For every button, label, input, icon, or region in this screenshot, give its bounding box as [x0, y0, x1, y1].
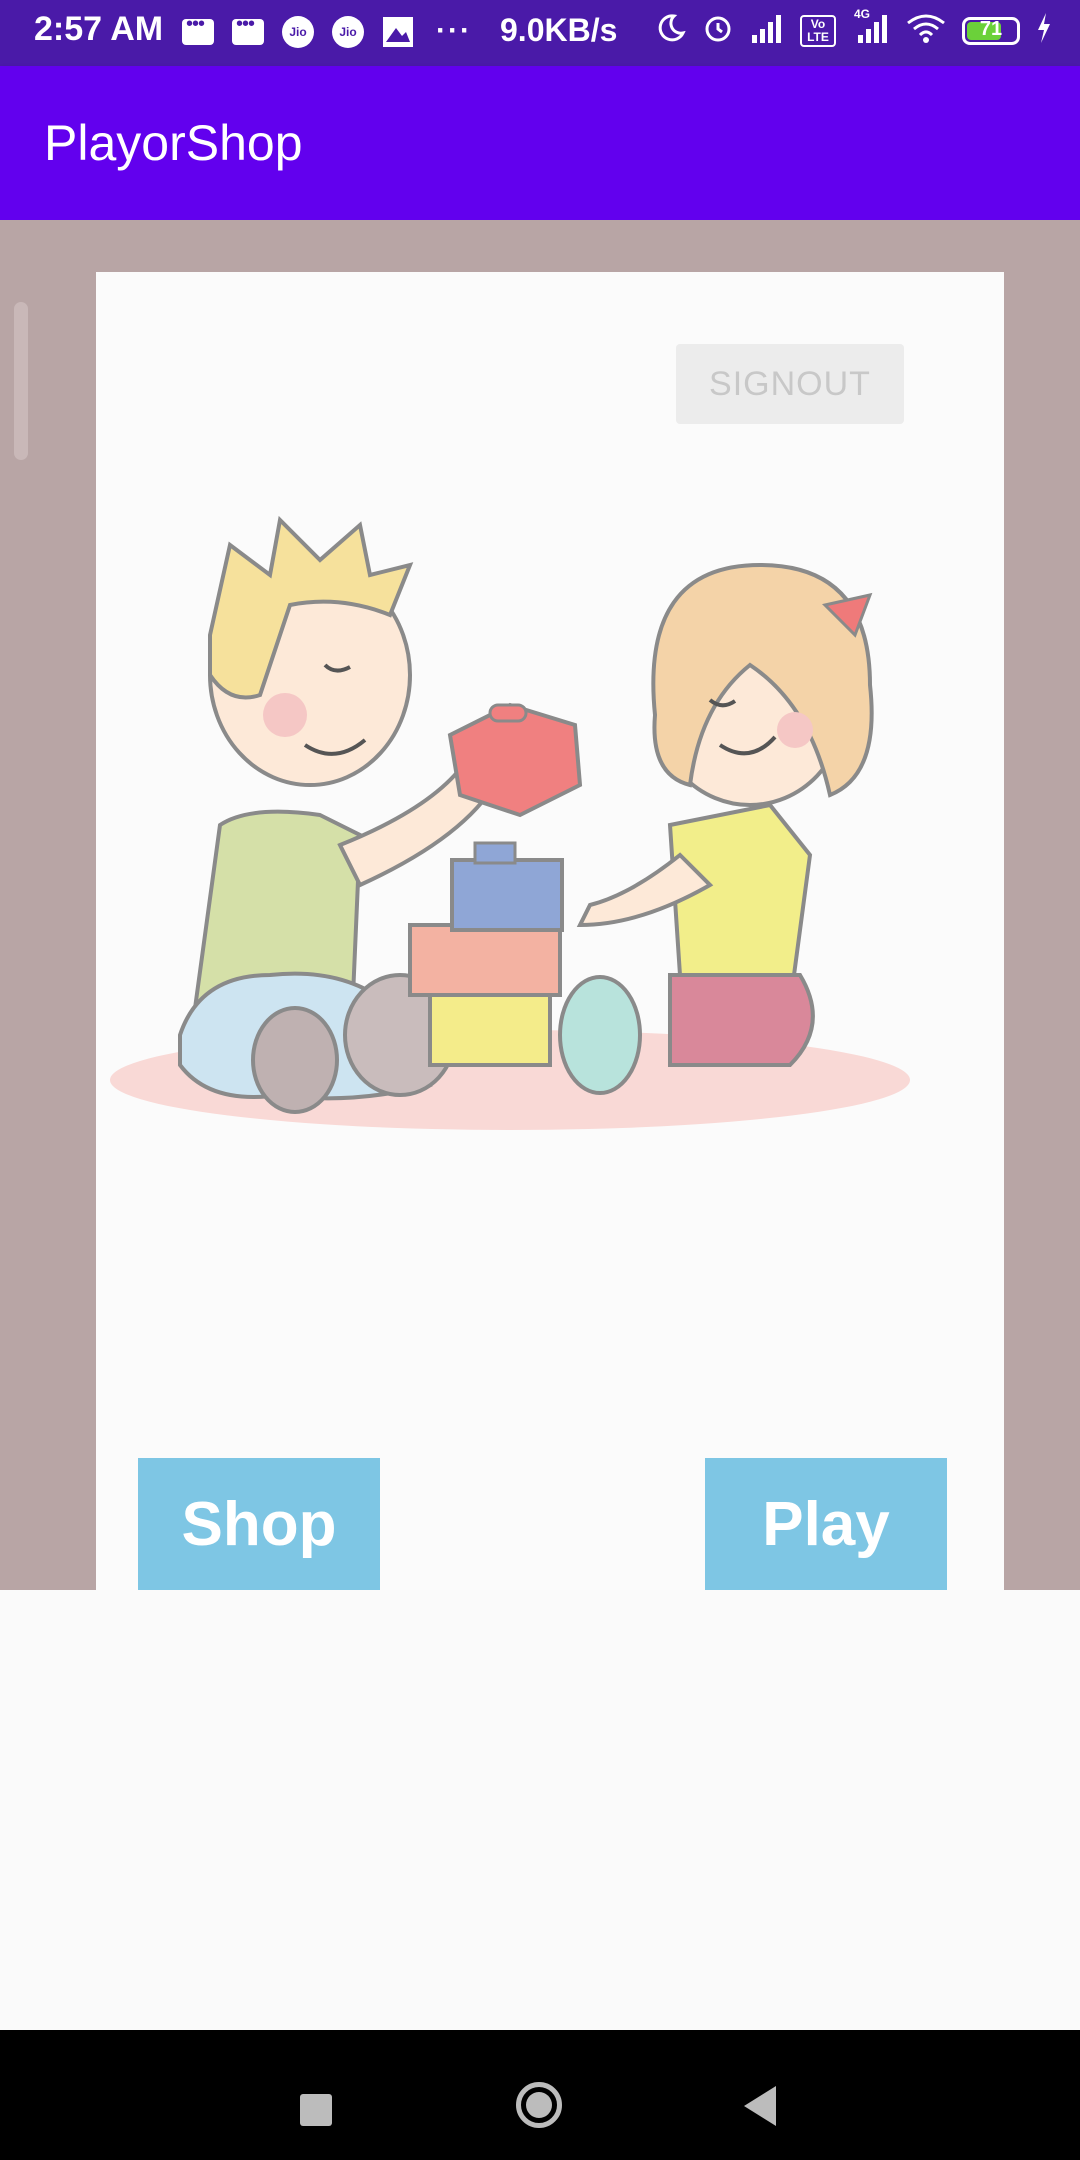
home-icon[interactable]	[516, 2082, 562, 2128]
scrollbar[interactable]	[14, 302, 28, 460]
message-icon	[180, 13, 216, 50]
signal-4g-icon: 4G	[852, 7, 890, 48]
navigation-bar	[0, 2030, 1080, 2160]
photo-icon	[380, 14, 416, 50]
jio-icon: Jio	[330, 14, 366, 50]
battery-icon: 71	[962, 16, 1020, 45]
recents-icon[interactable]	[300, 2094, 332, 2126]
alarm-icon	[702, 12, 734, 49]
status-bar: 2:57 AM Jio Jio ··· 9.0KB/s Vo LTE 4G	[0, 0, 1080, 66]
wifi-icon	[906, 13, 946, 48]
moon-icon	[656, 13, 686, 48]
system-icons: Vo LTE 4G 71	[656, 7, 1052, 49]
shop-button[interactable]: Shop	[138, 1458, 380, 1590]
app-title: PlayorShop	[44, 115, 303, 171]
signout-button[interactable]: SIGNOUT	[676, 344, 904, 424]
network-speed: 9.0KB/s	[500, 12, 618, 48]
message-icon	[230, 13, 266, 50]
more-dots-icon: ···	[436, 14, 472, 47]
notification-icons: Jio Jio ···	[180, 13, 472, 50]
bottom-area	[0, 1590, 1080, 2030]
app-bar: PlayorShop	[0, 66, 1080, 220]
back-icon[interactable]	[744, 2086, 776, 2126]
status-time: 2:57 AM	[34, 10, 164, 48]
jio-icon: Jio	[280, 14, 316, 50]
signal-icon	[750, 13, 784, 48]
volte-icon: Vo LTE	[800, 14, 836, 47]
charging-icon	[1036, 13, 1052, 48]
kids-playing-blocks-illustration	[110, 515, 910, 1130]
play-button[interactable]: Play	[705, 1458, 947, 1590]
